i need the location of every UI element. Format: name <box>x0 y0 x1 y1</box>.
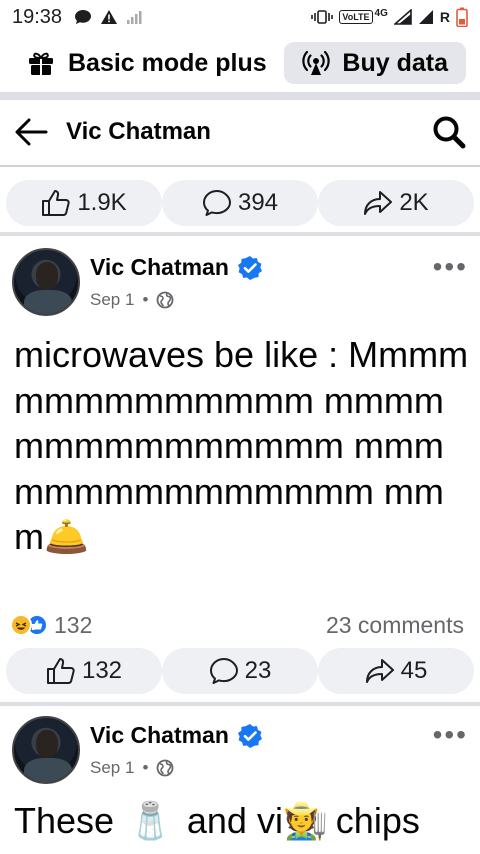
post-body-part: and vi <box>186 800 283 841</box>
post-author-row: Vic Chatman Sep 1 • ••• <box>12 248 468 318</box>
status-bar: 19:38 VoLTE 4G R <box>0 0 480 34</box>
message-icon <box>75 10 92 24</box>
status-time: 19:38 <box>12 5 63 28</box>
top-action-row: 1.9K 394 2K <box>6 180 474 226</box>
avatar[interactable] <box>12 248 80 316</box>
post-author-row: Vic Chatman Sep 1 • ••• <box>12 716 468 786</box>
like-button[interactable]: 132 <box>6 648 162 694</box>
comment-button[interactable]: 23 <box>162 648 318 694</box>
share-icon <box>364 191 393 215</box>
post-date[interactable]: Sep 1 <box>90 758 134 778</box>
section-divider <box>0 232 480 236</box>
like-count: 132 <box>81 657 123 684</box>
post-meta: Sep 1 • <box>90 290 174 310</box>
post-meta: Sep 1 • <box>90 758 174 778</box>
comment-icon <box>209 658 238 684</box>
bell-emoji: 🛎️ <box>44 516 89 557</box>
battery-icon <box>456 7 468 27</box>
network-label: 4G <box>374 7 388 19</box>
like-icon <box>46 658 75 684</box>
section-divider <box>0 702 480 706</box>
salt-emoji: 🧂 <box>128 800 173 841</box>
comment-button[interactable]: 394 <box>162 180 318 226</box>
cell-signal-icon-2 <box>418 10 433 24</box>
comment-icon <box>202 190 231 216</box>
page-title: Vic Chatman <box>66 118 211 145</box>
author-name[interactable]: Vic Chatman <box>90 254 229 281</box>
roaming-label: R <box>439 9 450 25</box>
divider <box>0 165 480 167</box>
section-divider <box>0 92 480 100</box>
avatar[interactable] <box>12 716 80 784</box>
signal-icon <box>127 11 142 24</box>
comment-count: 23 <box>244 657 272 684</box>
mode-label: Basic mode plus <box>68 48 267 77</box>
broadcast-icon <box>302 50 331 75</box>
author-name-row: Vic Chatman <box>90 254 263 281</box>
basic-mode-toggle[interactable]: Basic mode plus <box>28 49 267 78</box>
comments-summary[interactable]: 23 comments <box>326 612 464 639</box>
share-icon <box>365 659 394 683</box>
verified-icon <box>237 723 262 748</box>
meta-separator: • <box>142 758 149 777</box>
search-icon[interactable] <box>432 115 466 149</box>
more-options-icon[interactable]: ••• <box>433 721 468 749</box>
verified-icon <box>237 255 262 280</box>
volte-badge: VoLTE <box>339 10 373 24</box>
post-date[interactable]: Sep 1 <box>90 290 134 310</box>
reactions-count[interactable]: 132 <box>54 612 92 639</box>
reaction-icons[interactable] <box>10 614 48 636</box>
back-arrow-icon[interactable] <box>14 118 48 146</box>
post-text: microwaves be like : Mmmmmmmmmmmmmm mmmm… <box>14 332 470 560</box>
author-name-row: Vic Chatman <box>90 722 263 749</box>
more-options-icon[interactable]: ••• <box>433 253 468 281</box>
vibrate-icon <box>311 10 334 24</box>
farmer-emoji: 🧑‍🌾 <box>282 800 328 841</box>
share-count: 45 <box>400 657 428 684</box>
author-name[interactable]: Vic Chatman <box>90 722 229 749</box>
post-text: These 🧂 and vi 🧑‍🌾 chips <box>14 800 480 842</box>
cell-signal-icon <box>393 9 412 25</box>
warning-icon <box>101 10 118 24</box>
comment-count: 394 <box>237 189 279 216</box>
globe-icon <box>156 291 174 309</box>
post-body-part: chips <box>335 800 420 841</box>
buy-data-label: Buy data <box>342 48 448 77</box>
share-count: 2K <box>399 189 429 216</box>
share-button[interactable]: 2K <box>318 180 474 226</box>
like-icon <box>42 190 70 216</box>
like-button[interactable]: 1.9K <box>6 180 162 226</box>
gift-icon <box>29 52 53 75</box>
share-button[interactable]: 45 <box>318 648 474 694</box>
mode-bar: Basic mode plus Buy data <box>0 34 480 92</box>
globe-icon <box>156 759 174 777</box>
like-count: 1.9K <box>77 189 127 216</box>
buy-data-button[interactable]: Buy data <box>284 42 466 84</box>
reactions-summary: 132 23 comments <box>10 610 464 640</box>
post-body-part: These <box>14 800 115 841</box>
haha-reaction-icon <box>10 614 32 636</box>
post-header: Vic Chatman <box>0 100 480 164</box>
post-action-row: 132 23 45 <box>6 648 474 694</box>
meta-separator: • <box>142 290 149 309</box>
